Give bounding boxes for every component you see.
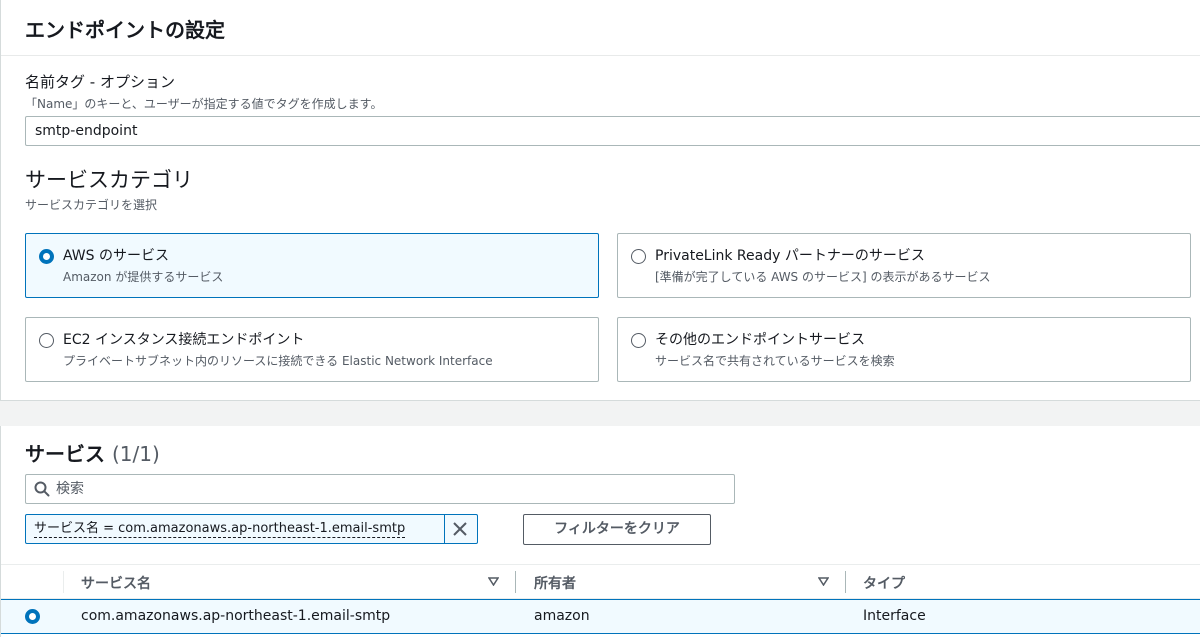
name-tag-description: 「Name」のキーと、ユーザーが指定する値でタグを作成します。: [25, 97, 383, 111]
sort-descending-icon[interactable]: [818, 577, 829, 586]
services-title-text: サービス: [25, 442, 105, 466]
radio-unselected-icon[interactable]: [631, 333, 646, 348]
service-category-description: サービスカテゴリを選択: [25, 198, 158, 212]
row-radio-selected-icon[interactable]: [25, 609, 40, 624]
tile-title: PrivateLink Ready パートナーのサービス: [655, 248, 925, 264]
tile-description: プライベートサブネット内のリソースに接続できる Elastic Network …: [63, 354, 493, 368]
column-header-service-name[interactable]: サービス名: [81, 573, 151, 593]
name-tag-label: 名前タグ - オプション: [25, 73, 175, 91]
category-tile-privatelink-partner[interactable]: PrivateLink Ready パートナーのサービス [準備が完了している …: [617, 233, 1191, 298]
column-header-type[interactable]: タイプ: [863, 573, 905, 593]
table-row[interactable]: com.amazonaws.ap-northeast-1.email-smtp …: [1, 599, 1200, 634]
tile-description: [準備が完了している AWS のサービス] の表示があるサービス: [655, 270, 991, 284]
filter-token[interactable]: サービス名 = com.amazonaws.ap-northeast-1.ema…: [25, 514, 478, 544]
tile-title: EC2 インスタンス接続エンドポイント: [63, 332, 305, 348]
category-tile-other-endpoint-services[interactable]: その他のエンドポイントサービス サービス名で共有されているサービスを検索: [617, 317, 1191, 382]
radio-selected-icon[interactable]: [39, 249, 54, 264]
panel-title: エンドポイントの設定: [25, 18, 225, 42]
endpoint-settings-panel: エンドポイントの設定 名前タグ - オプション 「Name」のキーと、ユーザーが…: [0, 0, 1200, 401]
cell-type: Interface: [863, 608, 926, 624]
column-divider: [63, 571, 64, 593]
sort-descending-icon[interactable]: [488, 577, 499, 586]
tile-description: サービス名で共有されているサービスを検索: [655, 354, 895, 368]
search-icon: [34, 481, 50, 497]
panel-header: エンドポイントの設定: [1, 0, 1200, 56]
column-divider[interactable]: [845, 571, 846, 593]
column-header-owner[interactable]: 所有者: [534, 573, 576, 593]
column-divider[interactable]: [515, 571, 516, 593]
services-panel: サービス (1/1) サービス名 = com.amazonaws.ap-nort…: [0, 426, 1200, 637]
name-tag-input[interactable]: [25, 116, 1200, 146]
cell-owner: amazon: [534, 608, 590, 624]
cell-service-name: com.amazonaws.ap-northeast-1.email-smtp: [81, 608, 391, 624]
table-header: サービス名 所有者 タイプ: [1, 564, 1200, 599]
tile-title: その他のエンドポイントサービス: [655, 332, 865, 348]
radio-unselected-icon[interactable]: [631, 249, 646, 264]
services-count: (1/1): [111, 442, 160, 466]
clear-filters-button[interactable]: フィルターをクリア: [523, 514, 711, 545]
token-divider: [444, 515, 445, 543]
category-tile-aws-services[interactable]: AWS のサービス Amazon が提供するサービス: [25, 233, 599, 298]
services-title: サービス (1/1): [25, 438, 160, 467]
tile-title: AWS のサービス: [63, 248, 169, 264]
category-tile-ec2-instance-connect[interactable]: EC2 インスタンス接続エンドポイント プライベートサブネット内のリソースに接続…: [25, 317, 599, 382]
radio-unselected-icon[interactable]: [39, 333, 54, 348]
close-icon[interactable]: [452, 521, 468, 537]
tile-description: Amazon が提供するサービス: [63, 270, 224, 284]
service-category-title: サービスカテゴリ: [25, 168, 193, 192]
filter-token-text[interactable]: サービス名 = com.amazonaws.ap-northeast-1.ema…: [34, 521, 406, 538]
service-search[interactable]: [25, 474, 735, 504]
search-input[interactable]: [56, 475, 726, 503]
